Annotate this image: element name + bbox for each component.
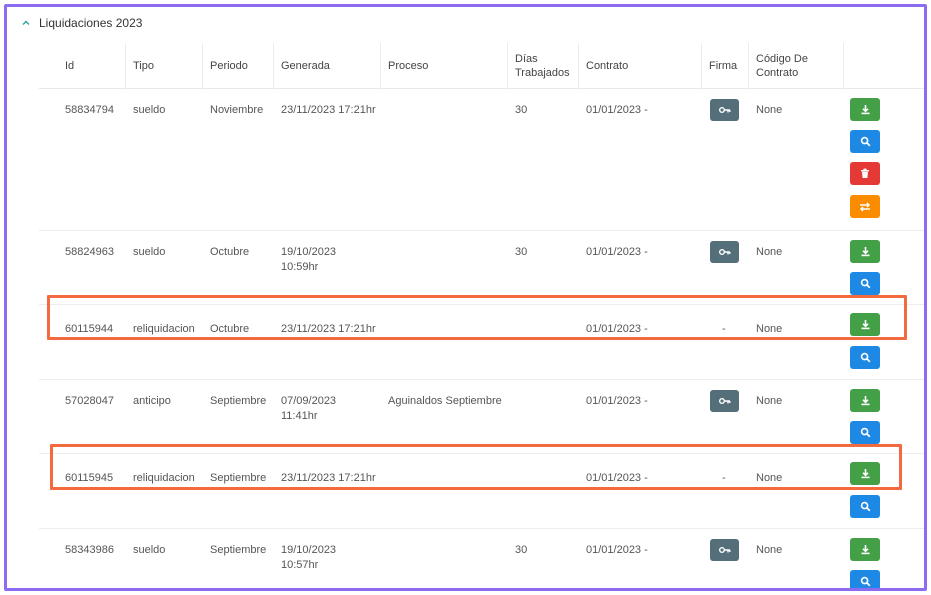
signature-button[interactable] bbox=[710, 241, 739, 263]
cell-codigo: None bbox=[756, 472, 783, 484]
search-icon bbox=[860, 278, 870, 289]
download-button[interactable] bbox=[850, 240, 880, 263]
cell-contrato: 01/01/2023 - bbox=[586, 395, 648, 407]
download-button[interactable] bbox=[850, 538, 880, 561]
cell-dias: 30 bbox=[515, 246, 528, 258]
cell-id: 60115944 bbox=[65, 323, 114, 335]
signature-button[interactable] bbox=[710, 539, 739, 561]
cell-periodo: Septiembre bbox=[210, 472, 267, 484]
cell-periodo: Septiembre bbox=[210, 395, 267, 407]
cell-firma: - bbox=[722, 472, 726, 484]
download-icon bbox=[861, 469, 869, 479]
download-icon bbox=[861, 545, 869, 555]
table-row: 57028047 anticipo Septiembre 07/09/2023 1… bbox=[39, 380, 924, 454]
download-icon bbox=[861, 105, 869, 115]
col-proceso: Proceso bbox=[388, 60, 429, 72]
search-icon bbox=[860, 352, 870, 363]
key-icon bbox=[718, 547, 730, 553]
cell-tipo: sueldo bbox=[133, 246, 166, 258]
col-id: Id bbox=[65, 60, 75, 72]
cell-tipo: reliquidacion bbox=[133, 323, 195, 335]
cell-codigo: None bbox=[756, 246, 783, 258]
cell-periodo: Noviembre bbox=[210, 104, 264, 116]
cell-tipo: reliquidacion bbox=[133, 472, 195, 484]
col-codigo: Código De Contrato bbox=[756, 53, 808, 79]
cell-generada: 23/11/2023 17:21hr bbox=[281, 323, 376, 335]
table-row: 58824963 sueldo Octubre 19/10/2023 10:59h… bbox=[39, 231, 924, 305]
search-icon bbox=[860, 501, 870, 512]
key-icon bbox=[718, 107, 730, 113]
cell-contrato: 01/01/2023 - bbox=[586, 246, 648, 258]
cell-periodo: Octubre bbox=[210, 246, 250, 258]
cell-dias: 30 bbox=[515, 104, 528, 116]
cell-codigo: None bbox=[756, 395, 783, 407]
view-button[interactable] bbox=[850, 421, 880, 444]
cell-id: 58343986 bbox=[65, 544, 114, 556]
view-button[interactable] bbox=[850, 346, 880, 369]
search-icon bbox=[860, 427, 870, 438]
liquidaciones-table: Id Tipo Periodo Generada Proceso Días Tr… bbox=[39, 43, 924, 588]
col-firma: Firma bbox=[709, 60, 738, 72]
cell-proceso: Aguinaldos Septiembre bbox=[388, 395, 502, 407]
cell-id: 57028047 bbox=[65, 395, 114, 407]
col-contrato: Contrato bbox=[586, 60, 629, 72]
cell-codigo: None bbox=[756, 323, 783, 335]
cell-generada: 23/11/2023 17:21hr bbox=[281, 104, 376, 116]
col-tipo: Tipo bbox=[133, 60, 154, 72]
cell-generada: 07/09/2023 11:41hr bbox=[281, 395, 337, 422]
download-button[interactable] bbox=[850, 313, 880, 336]
cell-firma: - bbox=[722, 323, 726, 335]
cell-id: 58824963 bbox=[65, 246, 114, 258]
cell-generada: 19/10/2023 10:57hr bbox=[281, 544, 337, 571]
search-icon bbox=[860, 576, 870, 587]
section-header[interactable]: Liquidaciones 2023 bbox=[21, 16, 142, 30]
view-button[interactable] bbox=[850, 570, 880, 588]
download-button[interactable] bbox=[850, 98, 880, 121]
download-icon bbox=[861, 247, 869, 257]
download-icon bbox=[861, 396, 869, 406]
trash-icon bbox=[861, 168, 869, 178]
col-generada: Generada bbox=[281, 60, 330, 72]
cell-tipo: sueldo bbox=[133, 104, 166, 116]
search-icon bbox=[860, 136, 870, 147]
col-periodo: Periodo bbox=[210, 60, 248, 72]
cell-contrato: 01/01/2023 - bbox=[586, 104, 648, 116]
table-row: 60115944 reliquidacion Octubre 23/11/202… bbox=[39, 305, 924, 380]
cell-id: 58834794 bbox=[65, 104, 114, 116]
table-row: 58343986 sueldo Septiembre 19/10/2023 10:… bbox=[39, 529, 924, 588]
key-icon bbox=[718, 398, 730, 404]
liquidaciones-panel: Liquidaciones 2023 Id Tipo Periodo Gener… bbox=[4, 4, 927, 591]
cell-tipo: anticipo bbox=[133, 395, 171, 407]
signature-button[interactable] bbox=[710, 390, 739, 412]
key-icon bbox=[718, 249, 730, 255]
col-dias: Días Trabajados bbox=[515, 53, 570, 79]
view-button[interactable] bbox=[850, 272, 880, 295]
download-button[interactable] bbox=[850, 462, 880, 485]
table-header: Id Tipo Periodo Generada Proceso Días Tr… bbox=[39, 43, 924, 89]
cell-generada: 23/11/2023 17:21hr bbox=[281, 472, 376, 484]
cell-id: 60115945 bbox=[65, 472, 114, 484]
cell-contrato: 01/01/2023 - bbox=[586, 472, 648, 484]
cell-generada: 19/10/2023 10:59hr bbox=[281, 246, 337, 273]
cell-codigo: None bbox=[756, 104, 783, 116]
cell-dias: 30 bbox=[515, 544, 528, 556]
section-title: Liquidaciones 2023 bbox=[39, 16, 143, 30]
cell-contrato: 01/01/2023 - bbox=[586, 544, 648, 556]
view-button[interactable] bbox=[850, 495, 880, 518]
swap-button[interactable] bbox=[850, 195, 880, 218]
cell-codigo: None bbox=[756, 544, 783, 556]
table-row: 58834794 sueldo Noviembre 23/11/2023 17:… bbox=[39, 89, 924, 231]
signature-button[interactable] bbox=[710, 99, 739, 121]
cell-periodo: Septiembre bbox=[210, 544, 267, 556]
view-button[interactable] bbox=[850, 130, 880, 153]
swap-icon bbox=[859, 201, 871, 212]
table-row: 60115945 reliquidacion Septiembre 23/11/… bbox=[39, 454, 924, 529]
cell-periodo: Octubre bbox=[210, 323, 250, 335]
cell-contrato: 01/01/2023 - bbox=[586, 323, 648, 335]
download-button[interactable] bbox=[850, 389, 880, 412]
chevron-up-icon[interactable] bbox=[21, 18, 31, 28]
cell-tipo: sueldo bbox=[133, 544, 166, 556]
download-icon bbox=[861, 320, 869, 330]
delete-button[interactable] bbox=[850, 162, 880, 185]
